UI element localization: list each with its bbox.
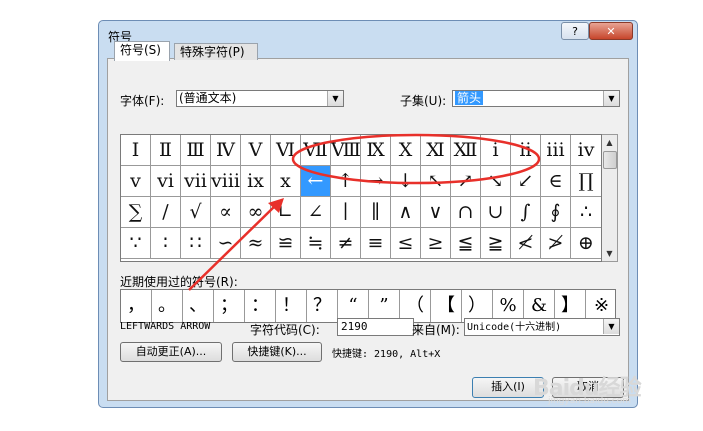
tab-symbols[interactable]: 符号(S) bbox=[114, 41, 170, 61]
annotation-arrow-line bbox=[188, 203, 278, 291]
annotation-overlay bbox=[188, 133, 541, 291]
annotation-ellipse bbox=[291, 133, 541, 185]
